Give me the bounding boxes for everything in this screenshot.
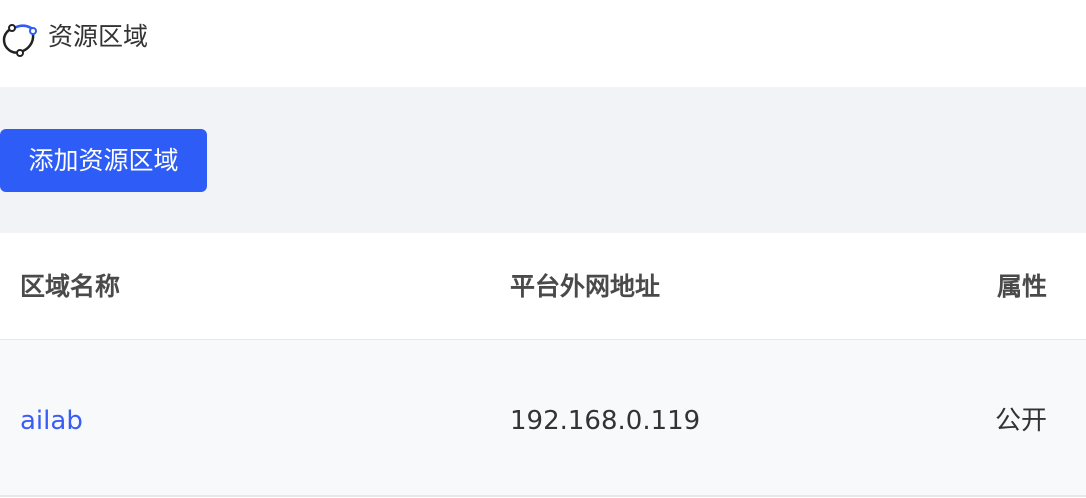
- resource-region-icon: [2, 24, 37, 57]
- region-name-link[interactable]: ailab: [20, 404, 83, 438]
- column-header-attribute: 属性: [996, 272, 1047, 301]
- table-row: ailab 192.168.0.119 公开: [0, 340, 1086, 497]
- column-header-region-name: 区域名称: [20, 272, 121, 301]
- page-title: 资源区域: [48, 22, 149, 51]
- attribute-cell: 公开: [994, 406, 1047, 436]
- add-resource-region-button[interactable]: 添加资源区域: [0, 129, 207, 192]
- column-header-platform-address: 平台外网地址: [510, 272, 661, 301]
- platform-address-cell: 192.168.0.119: [510, 406, 701, 436]
- table-header: 区域名称 平台外网地址 属性: [0, 233, 1086, 340]
- toolbar: 添加资源区域: [0, 87, 1086, 233]
- resource-region-table: 区域名称 平台外网地址 属性 ailab 192.168.0.119 公开: [0, 233, 1086, 497]
- page-header: 资源区域: [0, 0, 1086, 87]
